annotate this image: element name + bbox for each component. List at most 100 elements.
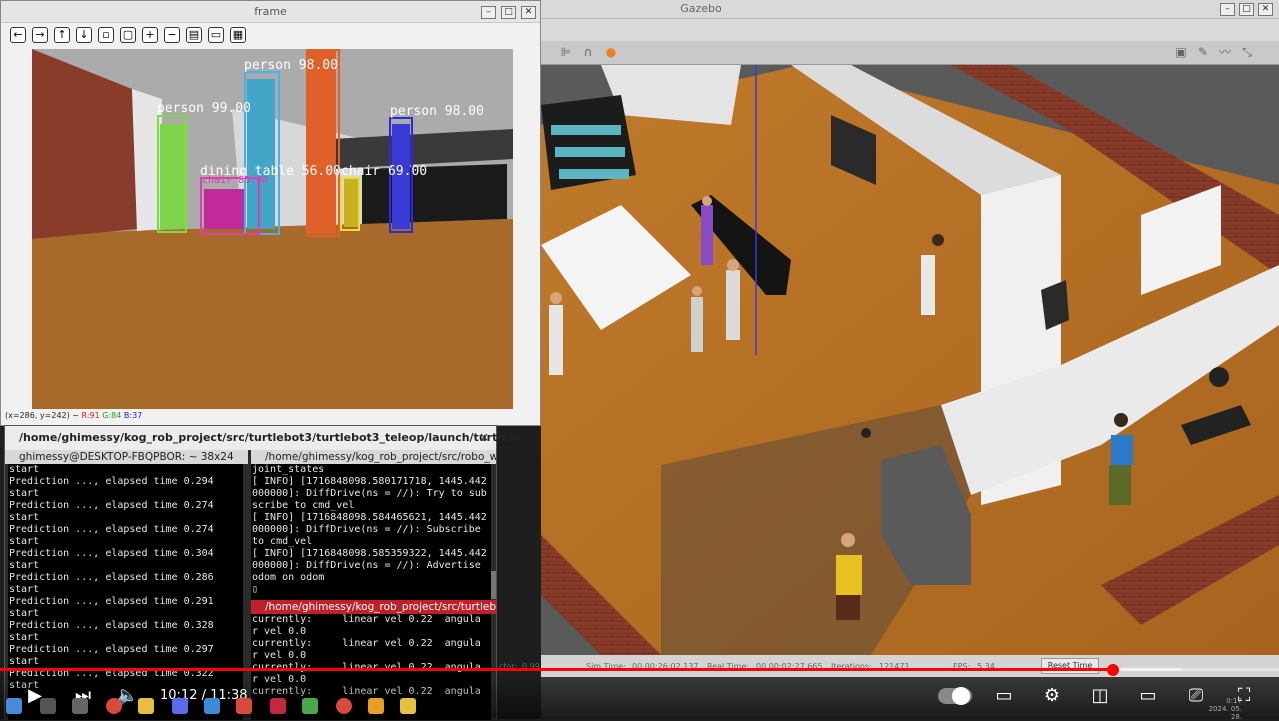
terminal-line: start [9, 488, 40, 499]
log-icon[interactable]: ✎ [1196, 45, 1210, 59]
terminal-line: start [9, 584, 40, 595]
task-view-icon[interactable] [72, 698, 88, 714]
theater-mode-icon[interactable]: ▭ [1136, 685, 1160, 707]
terminal-line: 000000]: DiffDrive(ns = //): Advertise [252, 560, 481, 571]
zoom-original-icon[interactable]: ▢ [120, 27, 136, 43]
gazebo-3d-viewport[interactable] [541, 65, 1279, 655]
pan-down-icon[interactable]: ↓ [76, 27, 92, 43]
autoplay-toggle[interactable] [938, 687, 972, 705]
terminal-line: start [9, 632, 40, 643]
chat-app-icon[interactable] [172, 698, 188, 714]
app-icon[interactable] [400, 698, 416, 714]
terminal-line: start [9, 464, 40, 475]
start-menu-icon[interactable] [6, 698, 22, 714]
pixel-info-readout: (x=286, y=242) ~ R:91 G:84 B:37 [5, 411, 142, 420]
frame-window-title: frame [254, 5, 287, 18]
maximize-icon[interactable]: □ [1239, 3, 1254, 16]
app-icon[interactable] [204, 698, 220, 714]
maximize-icon[interactable]: □ [501, 6, 516, 19]
right-top-terminal-pane[interactable]: joint_states[ INFO] [1716848098.58017171… [251, 464, 491, 600]
gazebo-window: Gazebo – □ ✕ ⊫ ∩ ● ▣ ✎ 〰 ⤡ [541, 0, 1279, 719]
miniplayer-icon[interactable]: ◫ [1088, 685, 1112, 707]
detection-label: person 98.00 [390, 104, 484, 119]
app-icon[interactable] [236, 698, 252, 714]
terminal-line: currently: linear vel 0.22 angula [252, 638, 481, 649]
terminal-line: ▯ [252, 584, 259, 595]
terminal-app-icon[interactable] [270, 698, 286, 714]
detection-label: chair 85.00 [202, 175, 269, 186]
close-icon[interactable]: ✕ [1258, 3, 1273, 16]
gazebo-titlebar[interactable]: Gazebo – □ ✕ [541, 0, 1279, 19]
terminal-line: Prediction ..., elapsed time 0.304 [9, 548, 214, 559]
pan-right-icon[interactable]: → [32, 27, 48, 43]
close-icon[interactable]: ✕ [521, 6, 536, 19]
terminal-titlebar[interactable]: /home/ghimessy/kog_rob_project/src/turtl… [5, 426, 529, 450]
subtitles-icon[interactable]: ▭ [992, 685, 1016, 707]
terminal-line: start [9, 560, 40, 571]
detection-box-person-1 [157, 115, 187, 233]
right-top-pane-output: joint_states[ INFO] [1716848098.58017171… [252, 464, 491, 596]
terminal-line: joint_states [252, 464, 325, 475]
right-bottom-pane-header[interactable]: /home/ghimessy/kog_rob_project/src/turtl… [251, 600, 496, 614]
pan-left-icon[interactable]: ← [10, 27, 26, 43]
detection-box-chair [340, 177, 360, 231]
minimize-icon[interactable]: – [481, 6, 496, 19]
video-icon[interactable]: ⤡ [1240, 45, 1254, 59]
gazebo-toolbar: ⊫ ∩ ● ▣ ✎ 〰 ⤡ [541, 41, 1279, 65]
minimize-icon[interactable]: – [1220, 3, 1235, 16]
zoom-fit-icon[interactable]: ▫ [98, 27, 114, 43]
detection-box-person-3 [306, 49, 340, 237]
left-pane-output: start Prediction ..., elapsed time 0.294 s… [9, 464, 243, 692]
reset-time-button[interactable]: Reset Time [1041, 658, 1099, 674]
gazebo-window-title: Gazebo [680, 2, 722, 15]
detection-label: person 98.00 [244, 58, 338, 73]
settings-gear-icon[interactable]: ⚙ [1040, 685, 1064, 707]
terminal-line: start [9, 512, 40, 523]
detection-label: person 99.00 [157, 101, 251, 116]
terminal-line: Prediction ..., elapsed time 0.294 [9, 476, 214, 487]
save-icon[interactable]: ▤ [186, 27, 202, 43]
clock-time: 0:17 [1226, 697, 1242, 705]
snap-icon[interactable]: ∩ [581, 45, 595, 59]
progress-scrubber-handle[interactable] [1106, 664, 1119, 676]
left-pane-title: ghimessy@DESKTOP-FBQPBOR: ~ 38x24 [19, 451, 234, 463]
terminal-line: Prediction ..., elapsed time 0.286 [9, 572, 214, 583]
frame-titlebar[interactable]: frame – □ ✕ [1, 1, 540, 23]
pixel-g: G:84 [102, 411, 122, 420]
file-explorer-icon[interactable] [138, 698, 154, 714]
align-icon[interactable]: ⊫ [559, 45, 573, 59]
gazebo-menubar [541, 19, 1279, 41]
close-icon[interactable]: × [479, 430, 489, 444]
app-icon[interactable] [368, 698, 384, 714]
terminal-line: [ INFO] [1716848098.580171718, 1445.442 [252, 476, 487, 487]
left-pane-header[interactable]: ghimessy@DESKTOP-FBQPBOR: ~ 38x24 [5, 450, 248, 464]
browser-icon[interactable] [106, 698, 122, 714]
terminal-line: [ INFO] [1716848098.585359322, 1445.442 [252, 548, 487, 559]
detection-label: chair 69.00 [341, 164, 428, 179]
app-icon[interactable] [336, 698, 352, 714]
properties-icon[interactable]: ▦ [230, 27, 246, 43]
system-clock: 0:17 2024. 05. 28. [1198, 697, 1242, 721]
right-top-pane-header[interactable]: /home/ghimessy/kog_rob_project/src/robo_… [251, 450, 496, 464]
progress-played [0, 668, 1113, 671]
terminal-line: currently: linear vel 0.22 angula [252, 614, 481, 625]
search-icon[interactable] [40, 698, 56, 714]
terminal-line: 000000]: DiffDrive(ns = //): Try to sub [252, 488, 487, 499]
copy-icon[interactable]: ▭ [208, 27, 224, 43]
terminal-line: r vel 0.0 [252, 650, 307, 661]
frame-window: frame – □ ✕ ← → ↑ ↓ ▫ ▢ + − ▤ ▭ ▦ person… [0, 0, 541, 426]
light-icon[interactable]: ● [604, 45, 618, 59]
plot-icon[interactable]: 〰 [1218, 45, 1232, 59]
right-top-scrollbar[interactable] [491, 571, 496, 599]
camera-frame-image[interactable]: person 99.00 person 98.00 person 98.00 d… [32, 49, 513, 409]
terminal-line: odom on odom [252, 572, 325, 583]
app-icon[interactable] [302, 698, 318, 714]
zoom-in-icon[interactable]: + [142, 27, 158, 43]
pan-up-icon[interactable]: ↑ [54, 27, 70, 43]
screenshot-icon[interactable]: ▣ [1174, 45, 1188, 59]
zoom-out-icon[interactable]: − [164, 27, 180, 43]
right-top-pane-title: /home/ghimessy/kog_rob_project/src/robo_… [265, 451, 496, 463]
terminal-window-title: /home/ghimessy/kog_rob_project/src/turtl… [19, 431, 529, 444]
terminal-line: start [9, 536, 40, 547]
terminal-line: scribe to cmd_vel [252, 500, 355, 511]
